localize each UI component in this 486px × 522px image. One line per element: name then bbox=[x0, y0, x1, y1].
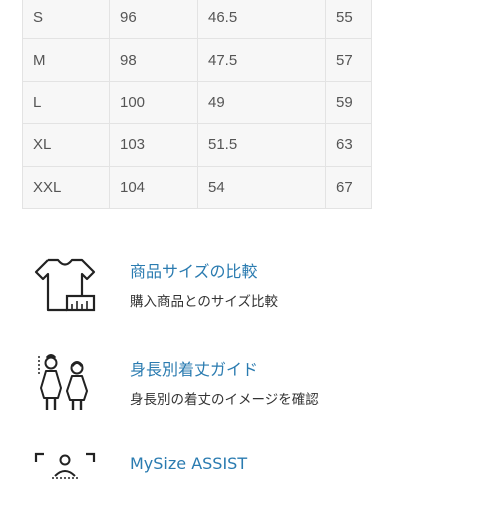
feature-size-comparison[interactable]: 商品サイズの比較 購入商品とのサイズ比較 bbox=[26, 256, 466, 326]
table-cell: XXL bbox=[22, 165, 110, 209]
body-length-people-icon bbox=[34, 354, 96, 416]
table-cell: XL bbox=[22, 123, 110, 167]
table-cell: L bbox=[22, 80, 110, 125]
table-cell: M bbox=[22, 38, 110, 82]
table-row: L 100 49 59 bbox=[22, 80, 372, 125]
table-cell: 96 bbox=[109, 0, 198, 40]
table-cell: 104 bbox=[109, 165, 198, 209]
table-cell: 57 bbox=[325, 38, 372, 82]
table-cell: 46.5 bbox=[197, 0, 326, 40]
feature-description: 身長別の着丈のイメージを確認 bbox=[130, 392, 319, 408]
table-cell: 103 bbox=[109, 123, 198, 167]
table-cell: 63 bbox=[325, 123, 372, 167]
table-cell: 49 bbox=[197, 80, 326, 125]
feature-height-guide[interactable]: 身長別着丈ガイド 身長別の着丈のイメージを確認 bbox=[26, 354, 466, 424]
table-cell: 55 bbox=[325, 0, 372, 40]
feature-mysize-assist[interactable]: MySize ASSIST bbox=[26, 452, 466, 522]
table-cell: 54 bbox=[197, 165, 326, 209]
tshirt-ruler-icon bbox=[34, 256, 96, 318]
feature-description: 購入商品とのサイズ比較 bbox=[130, 294, 278, 310]
table-row: S 96 46.5 55 bbox=[22, 0, 372, 40]
table-cell: 47.5 bbox=[197, 38, 326, 82]
feature-title[interactable]: 商品サイズの比較 bbox=[130, 258, 258, 282]
table-cell: S bbox=[22, 0, 110, 40]
table-cell: 59 bbox=[325, 80, 372, 125]
size-table: S 96 46.5 55 M 98 47.5 57 L 100 49 59 XL 103 51.5 63 XXL… bbox=[22, 0, 372, 209]
table-cell: 98 bbox=[109, 38, 198, 82]
table-cell: 51.5 bbox=[197, 123, 326, 167]
feature-title[interactable]: 身長別着丈ガイド bbox=[130, 356, 258, 380]
feature-title[interactable]: MySize ASSIST bbox=[130, 454, 247, 473]
table-cell: 67 bbox=[325, 165, 372, 209]
table-row: M 98 47.5 57 bbox=[22, 38, 372, 82]
table-row: XL 103 51.5 63 bbox=[22, 123, 372, 167]
body-scan-icon bbox=[34, 452, 96, 514]
table-cell: 100 bbox=[109, 80, 198, 125]
table-row: XXL 104 54 67 bbox=[22, 165, 372, 209]
